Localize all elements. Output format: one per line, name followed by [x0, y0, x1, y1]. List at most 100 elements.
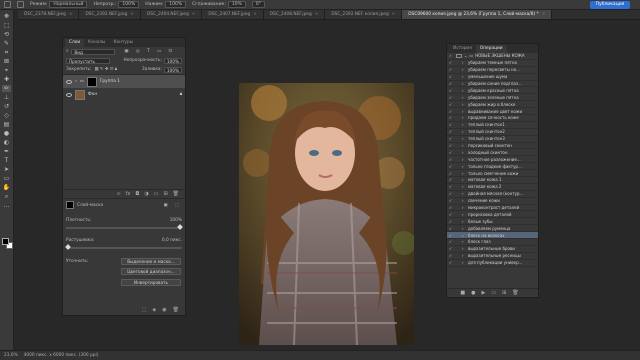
action-row[interactable]: ✓ › двойная мясная (контур... [447, 191, 538, 198]
checkmark-icon[interactable]: ✓ [447, 198, 454, 203]
lasso-tool-icon[interactable]: ⟲ [2, 31, 11, 38]
chevron-down-icon[interactable]: ⌄ [464, 53, 467, 58]
action-row[interactable]: ✓ › свечение кожи [447, 198, 538, 205]
slider-knob[interactable] [177, 224, 183, 230]
blend-mode-select[interactable]: Пропустить [66, 57, 110, 64]
checkmark-icon[interactable]: ✓ [447, 74, 454, 79]
foreground-color-swatch[interactable] [2, 238, 9, 245]
new-layer-icon[interactable]: ⊞ [163, 191, 167, 197]
quick-select-tool-icon[interactable]: ✎ [2, 40, 11, 47]
close-icon[interactable]: × [315, 12, 319, 17]
layer-row-background[interactable]: Фон 🔒︎ [63, 88, 185, 101]
pressure-field[interactable]: 100% [165, 1, 187, 8]
checkmark-icon[interactable]: ✓ [447, 219, 454, 224]
brush-tool-icon[interactable]: ✏ [2, 85, 11, 92]
record-icon[interactable]: ● [471, 290, 475, 296]
close-icon[interactable]: × [130, 12, 134, 17]
link-icon[interactable]: ∞ [116, 191, 120, 197]
brush-preset-icon[interactable] [17, 1, 24, 8]
filter-type-icons[interactable]: ▣ ◎ T ▭ ⊡ [124, 49, 175, 54]
tab-actions[interactable]: Операции [475, 45, 507, 53]
selection-from-mask-icon[interactable]: ⬚ [142, 307, 147, 313]
shape-tool-icon[interactable]: ▭ [2, 175, 11, 182]
tab-history[interactable]: История [449, 45, 476, 53]
checkmark-icon[interactable]: ✓ [447, 129, 454, 134]
action-row[interactable]: ✓ › теплый скинтон2 [447, 129, 538, 136]
checkmark-icon[interactable]: ✓ [447, 191, 454, 196]
action-row[interactable]: ✓ › блеск глаз [447, 239, 538, 246]
layer-opacity-field[interactable]: 100% [164, 57, 182, 64]
color-range-button[interactable]: Цветовой диапазон... [121, 268, 181, 275]
checkmark-icon[interactable]: ✓ [447, 122, 454, 127]
close-icon[interactable]: × [392, 12, 396, 17]
pen-tool-icon[interactable]: ✒ [2, 148, 11, 155]
checkmark-icon[interactable]: ✓ [447, 246, 454, 251]
clone-stamp-tool-icon[interactable]: ⊥ [2, 94, 11, 101]
layer-row-group[interactable]: › ▭ Группа 1 [63, 75, 185, 88]
history-brush-tool-icon[interactable]: ↺ [2, 103, 11, 110]
trash-icon[interactable]: 🗑︎ [173, 191, 179, 197]
layer-mask-thumbnail[interactable] [86, 76, 97, 87]
dodge-tool-icon[interactable]: ◐ [2, 139, 11, 146]
feather-slider[interactable] [65, 244, 182, 250]
action-row[interactable]: ✓ › матовая кожа 2 [447, 184, 538, 191]
density-slider[interactable] [66, 224, 183, 230]
checkmark-icon[interactable]: ✓ [447, 115, 454, 120]
action-row[interactable]: ✓ › убираем темные пятна [447, 60, 538, 67]
move-tool-icon[interactable]: ✥ [2, 13, 11, 20]
action-row[interactable]: ✓ › частотное разложение... [447, 156, 538, 164]
feather-value[interactable]: 0,0 пикс. [162, 238, 182, 243]
checkmark-icon[interactable]: ✓ [447, 171, 454, 176]
checkmark-icon[interactable]: ✓ [447, 95, 454, 100]
checkmark-icon[interactable]: ✓ [447, 177, 454, 182]
new-group-icon[interactable]: ▭ [154, 191, 159, 197]
checkmark-icon[interactable]: ✓ [447, 53, 454, 58]
zoom-tool-icon[interactable]: ⌕ [2, 193, 11, 200]
checkmark-icon[interactable]: ✓ [447, 233, 454, 238]
trash-icon[interactable]: 🗑︎ [173, 307, 179, 313]
eyedropper-tool-icon[interactable]: ⌖ [2, 67, 11, 74]
action-row[interactable]: ✓ › микроконтраст деталей [447, 205, 538, 212]
action-row[interactable]: ✓ › выразительные ресницы [447, 253, 538, 260]
close-icon[interactable]: × [542, 12, 546, 17]
action-row[interactable]: ✓ › добавляем румянца [447, 225, 538, 233]
blur-tool-icon[interactable]: ● [2, 130, 11, 137]
checkmark-icon[interactable]: ✓ [447, 253, 454, 258]
tab-layers[interactable]: Слои [65, 39, 85, 47]
smoothing-field[interactable]: 10% [227, 1, 246, 8]
close-icon[interactable]: × [69, 12, 73, 17]
checkmark-icon[interactable]: ✓ [447, 109, 454, 114]
layer-filter-select[interactable]: Вид [71, 48, 116, 55]
action-row[interactable]: ✓ › белые зубы [447, 218, 538, 226]
density-value[interactable]: 100% [170, 218, 182, 223]
fx-icon[interactable]: fx [126, 191, 131, 197]
chevron-right-icon[interactable]: › [75, 79, 77, 84]
fill-field[interactable]: 100% [164, 66, 182, 73]
checkmark-icon[interactable]: ✓ [447, 239, 454, 244]
checkmark-icon[interactable]: ✓ [447, 81, 454, 86]
document-canvas[interactable] [239, 83, 414, 345]
path-select-tool-icon[interactable]: ➤ [2, 166, 11, 173]
eraser-tool-icon[interactable]: ◇ [2, 112, 11, 119]
action-row[interactable]: ✓ › убираем зеленые пятна [447, 94, 538, 102]
tab-channels[interactable]: Каналы [84, 39, 109, 47]
mode-select[interactable]: Нормальный [49, 1, 88, 8]
lock-icons[interactable]: ▦ ✎ ✥ ⊡ 🔒︎ [94, 67, 117, 72]
document-tab-active[interactable]: DSC09600 копия.jpeg @ 23,6% (Группа 1, С… [402, 10, 553, 19]
play-icon[interactable]: ▶ [481, 290, 485, 296]
checkmark-icon[interactable]: ✓ [447, 136, 454, 141]
action-row[interactable]: ✓ › теплый скинтон3 [447, 136, 538, 143]
action-row[interactable]: ✓ › теплый скинтон1 [447, 122, 538, 129]
hand-tool-icon[interactable]: ✋ [2, 184, 11, 191]
checkmark-icon[interactable]: ✓ [447, 143, 454, 148]
eye-icon[interactable] [66, 92, 72, 97]
dialog-toggle-icon[interactable] [456, 53, 462, 58]
eye-icon[interactable] [66, 79, 72, 84]
zoom-level[interactable]: 23,6% [4, 353, 18, 358]
frame-tool-icon[interactable]: ⊠ [2, 58, 11, 65]
color-swatches[interactable] [2, 238, 14, 250]
close-icon[interactable]: × [192, 12, 196, 17]
close-icon[interactable]: × [253, 12, 257, 17]
action-row[interactable]: ✓ › убираем красные пятна [447, 87, 538, 95]
checkmark-icon[interactable]: ✓ [447, 212, 454, 217]
